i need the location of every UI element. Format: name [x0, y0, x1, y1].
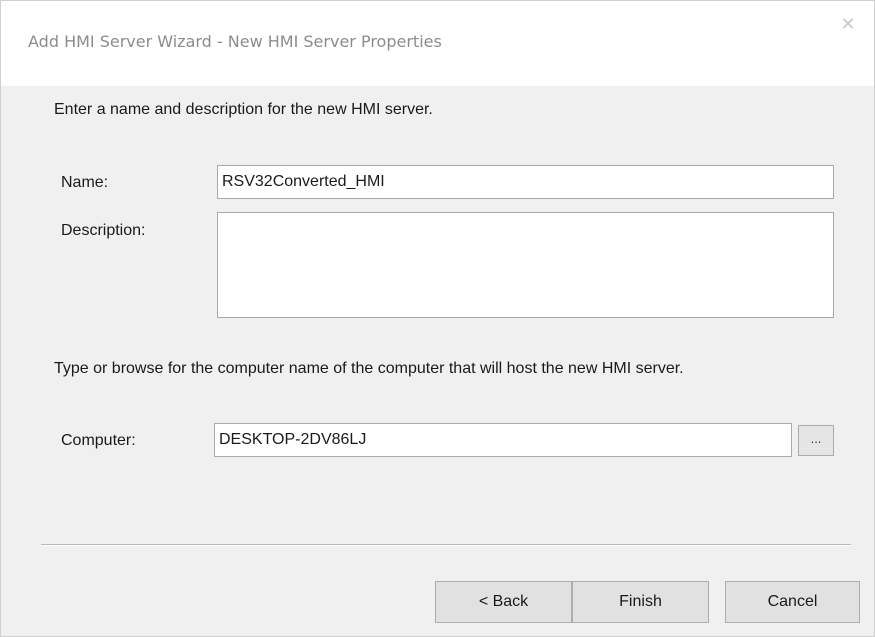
name-label: Name:: [61, 174, 109, 191]
separator: [41, 544, 851, 546]
wizard-dialog: Add HMI Server Wizard - New HMI Server P…: [0, 0, 875, 637]
computer-input[interactable]: [214, 423, 792, 457]
computer-instructions: Type or browse for the computer name of …: [54, 360, 684, 377]
name-input[interactable]: [217, 165, 834, 199]
cancel-button[interactable]: Cancel: [725, 581, 860, 623]
computer-label: Computer:: [61, 432, 136, 449]
browse-button[interactable]: ...: [798, 425, 834, 456]
close-icon[interactable]: ✕: [833, 11, 863, 37]
dialog-title: Add HMI Server Wizard - New HMI Server P…: [28, 32, 442, 51]
description-label: Description:: [61, 222, 146, 239]
title-bar: Add HMI Server Wizard - New HMI Server P…: [1, 1, 874, 86]
description-input[interactable]: [217, 212, 834, 318]
back-button[interactable]: < Back: [435, 581, 572, 623]
name-description-instructions: Enter a name and description for the new…: [54, 101, 433, 118]
finish-button[interactable]: Finish: [572, 581, 709, 623]
